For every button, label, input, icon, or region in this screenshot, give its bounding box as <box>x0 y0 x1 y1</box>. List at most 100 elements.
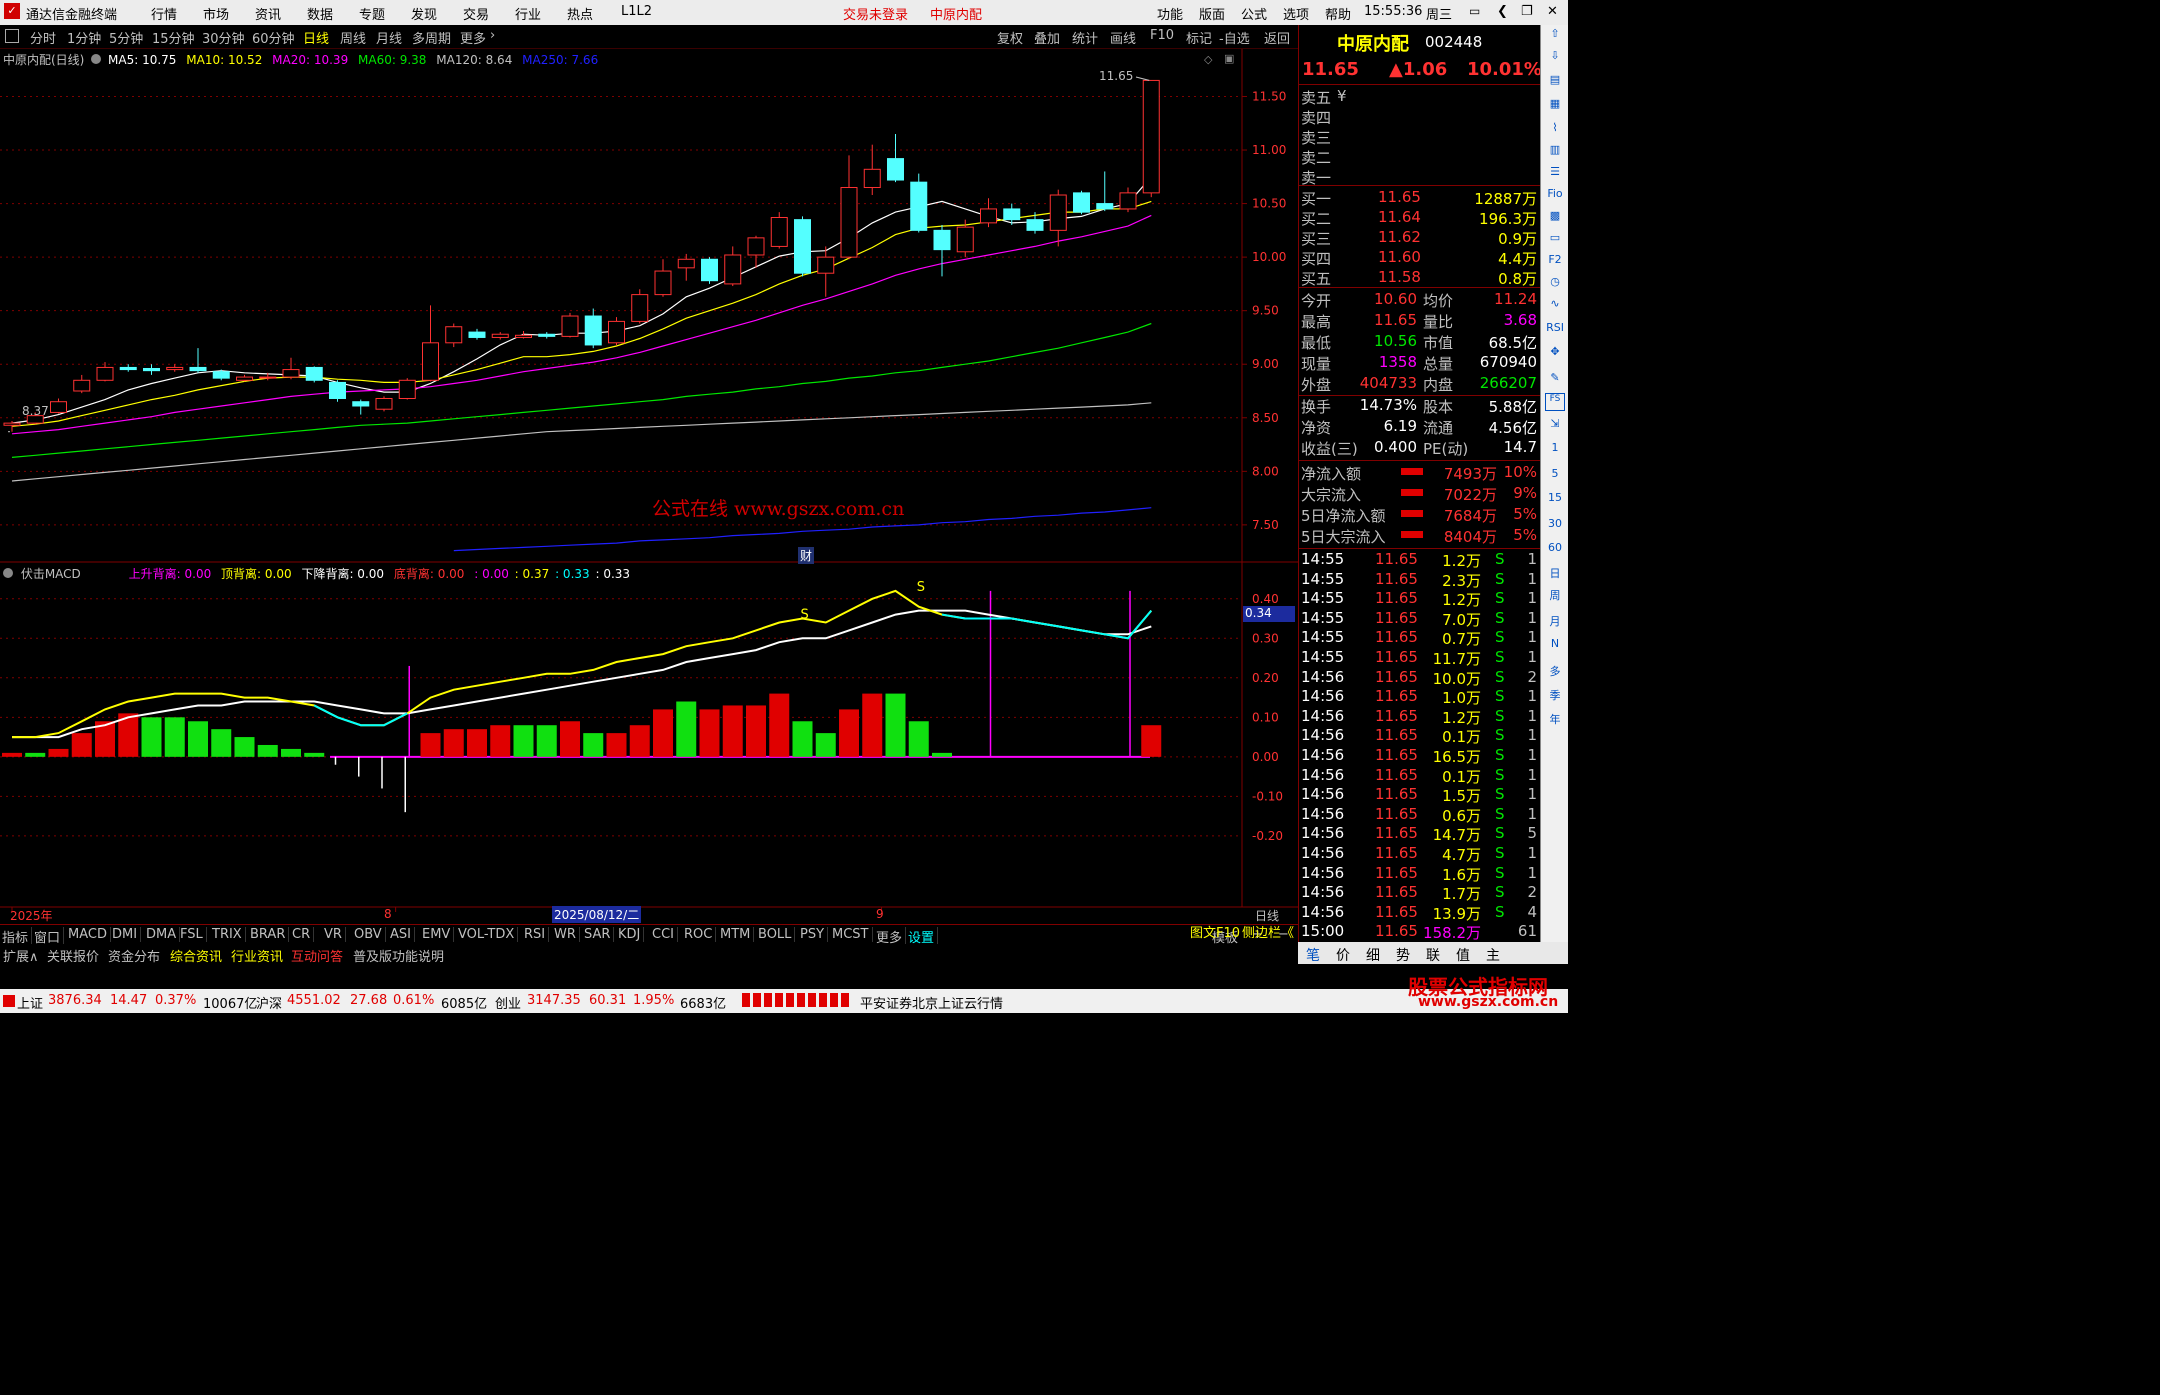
tool-back[interactable]: 返回 <box>1264 28 1290 47</box>
trade-login-status[interactable]: 交易未登录 <box>843 4 908 23</box>
menu-hot[interactable]: 热点 <box>567 4 593 23</box>
period-month[interactable]: 月线 <box>376 28 402 47</box>
quote-tab-2[interactable]: 细 <box>1366 945 1380 965</box>
clock-icon[interactable]: ◷ <box>1545 275 1565 293</box>
chart-expand-icon[interactable]: ▣ <box>1224 52 1234 65</box>
grid-icon[interactable]: ▩ <box>1545 209 1565 227</box>
menu-l1l2[interactable]: L1L2 <box>621 4 652 19</box>
chart-icon[interactable]: ▤ <box>1545 73 1565 91</box>
indicator-tab-18[interactable]: CCI <box>652 927 678 942</box>
pen-icon[interactable]: ✎ <box>1545 371 1565 389</box>
indicator-tab-4[interactable]: DMA <box>146 927 181 942</box>
cy-index-name[interactable]: 创业 <box>495 993 521 1012</box>
indicator-tab-8[interactable]: CR <box>292 927 315 942</box>
period-15-icon[interactable]: 15 <box>1545 491 1565 509</box>
wave-icon[interactable]: ∿ <box>1545 297 1565 315</box>
menu-data[interactable]: 数据 <box>307 4 333 23</box>
quote-stock-name[interactable]: 中原内配 <box>1337 30 1409 56</box>
period-5-icon[interactable]: 5 <box>1545 467 1565 485</box>
period-15min[interactable]: 15分钟 <box>152 28 195 47</box>
indicator-tab-12[interactable]: EMV <box>422 927 455 942</box>
indicator-tab-2[interactable]: MACD <box>68 927 111 942</box>
sidebar-toggle-tab[interactable]: 侧边栏《 <box>1242 922 1294 941</box>
indicator-tab-17[interactable]: KDJ <box>618 927 645 942</box>
period-multi[interactable]: 多周期 <box>412 28 451 47</box>
bottom-tab-1[interactable]: 关联报价 <box>47 946 99 965</box>
indicator-tab-13[interactable]: VOL-TDX <box>458 927 519 942</box>
arrow-down-icon[interactable]: ⇩ <box>1545 49 1565 67</box>
list-icon[interactable]: ☰ <box>1545 165 1565 183</box>
multi-icon[interactable]: 多 <box>1545 663 1565 681</box>
window-restore-icon[interactable]: ▭ <box>1469 4 1480 18</box>
indicator-tab-3[interactable]: DMI <box>112 927 142 942</box>
tool-draw[interactable]: 画线 <box>1110 28 1136 47</box>
quote-tab-3[interactable]: 势 <box>1396 945 1410 965</box>
move-icon[interactable]: ✥ <box>1545 345 1565 363</box>
menu-industry[interactable]: 行业 <box>515 4 541 23</box>
indicator-tab-20[interactable]: MTM <box>720 927 755 942</box>
indicator-tab-10[interactable]: OBV <box>354 927 386 942</box>
period-more[interactable]: 更多 <box>460 28 486 47</box>
day-icon[interactable]: 日 <box>1545 565 1565 583</box>
month-icon[interactable]: 月 <box>1545 613 1565 631</box>
doc-icon[interactable]: ▭ <box>1545 231 1565 249</box>
bottom-tab-6[interactable]: 普及版功能说明 <box>353 946 444 965</box>
week-icon[interactable]: 周 <box>1545 587 1565 605</box>
period-60min[interactable]: 60分钟 <box>252 28 295 47</box>
quote-tab-4[interactable]: 联 <box>1426 945 1440 965</box>
quote-tab-6[interactable]: 主 <box>1486 945 1500 965</box>
period-30min[interactable]: 30分钟 <box>202 28 245 47</box>
finance-marker[interactable]: 财 <box>798 547 815 564</box>
period-week[interactable]: 周线 <box>340 28 366 47</box>
period-1min[interactable]: 1分钟 <box>67 28 101 47</box>
tool-f10[interactable]: F10 <box>1150 28 1174 43</box>
indicator-tab-16[interactable]: SAR <box>584 927 615 942</box>
indicator-tab-6[interactable]: TRIX <box>212 927 246 942</box>
menu-layout[interactable]: 版面 <box>1199 4 1225 23</box>
back-icon[interactable]: ❮ <box>1497 4 1508 19</box>
fio-icon[interactable]: Fio <box>1545 187 1565 205</box>
quote-tab-5[interactable]: 值 <box>1456 945 1470 965</box>
bottom-tab-0[interactable]: 扩展∧ <box>3 946 39 965</box>
menu-quotes[interactable]: 行情 <box>151 4 177 23</box>
period-30-icon[interactable]: 30 <box>1545 517 1565 535</box>
menu-topics[interactable]: 专题 <box>359 4 385 23</box>
rsi-icon[interactable]: RSI <box>1545 321 1565 339</box>
bars-icon[interactable]: ▦ <box>1545 97 1565 115</box>
menu-help[interactable]: 帮助 <box>1325 4 1351 23</box>
tool-fuquan[interactable]: 复权 <box>997 28 1023 47</box>
indicator-tab-11[interactable]: ASI <box>390 927 415 942</box>
f2-icon[interactable]: F2 <box>1545 253 1565 271</box>
chart-settings-icon[interactable]: ◇ <box>1204 53 1212 66</box>
period-5min[interactable]: 5分钟 <box>109 28 143 47</box>
f10-tab[interactable]: 图文F10 <box>1190 922 1240 941</box>
indicator-tab-7[interactable]: BRAR <box>250 927 290 942</box>
candle-icon[interactable]: ▥ <box>1545 143 1565 161</box>
menu-formula[interactable]: 公式 <box>1241 4 1267 23</box>
bottom-tab-4[interactable]: 行业资讯 <box>231 946 283 965</box>
indicator-tab-9[interactable]: VR <box>324 927 346 942</box>
export-icon[interactable]: ⇲ <box>1545 417 1565 435</box>
menu-news[interactable]: 资讯 <box>255 4 281 23</box>
quote-tab-0[interactable]: 笔 <box>1306 945 1320 965</box>
indicator-tab-15[interactable]: WR <box>554 927 580 942</box>
season-icon[interactable]: 季 <box>1545 687 1565 705</box>
indicator-tab-23[interactable]: MCST <box>832 927 873 942</box>
indicator-tab-5[interactable]: FSL <box>180 927 207 942</box>
tool-overlay[interactable]: 叠加 <box>1034 28 1060 47</box>
tool-stats[interactable]: 统计 <box>1072 28 1098 47</box>
macd-name[interactable]: 伏击MACD <box>21 567 81 581</box>
n-icon[interactable]: N <box>1545 637 1565 655</box>
kline-macd-chart[interactable]: 11.50 11.00 10.50 10.00 9.50 9.00 8.50 8.00 7.50… <box>0 49 1298 927</box>
bottom-tab-5[interactable]: 互动问答 <box>291 946 343 965</box>
tool-mark[interactable]: 标记 <box>1186 28 1212 47</box>
period-1-icon[interactable]: 1 <box>1545 441 1565 459</box>
bottom-tab-3[interactable]: 综合资讯 <box>170 946 222 965</box>
sh-index-name[interactable]: 上证 <box>17 993 43 1012</box>
menu-market[interactable]: 市场 <box>203 4 229 23</box>
indicator-tab-22[interactable]: PSY <box>800 927 829 942</box>
legend-dot-icon[interactable] <box>91 54 102 64</box>
menu-function[interactable]: 功能 <box>1157 4 1183 23</box>
arrow-up-icon[interactable]: ⇧ <box>1545 27 1565 45</box>
period-day[interactable]: 日线 <box>303 28 329 47</box>
